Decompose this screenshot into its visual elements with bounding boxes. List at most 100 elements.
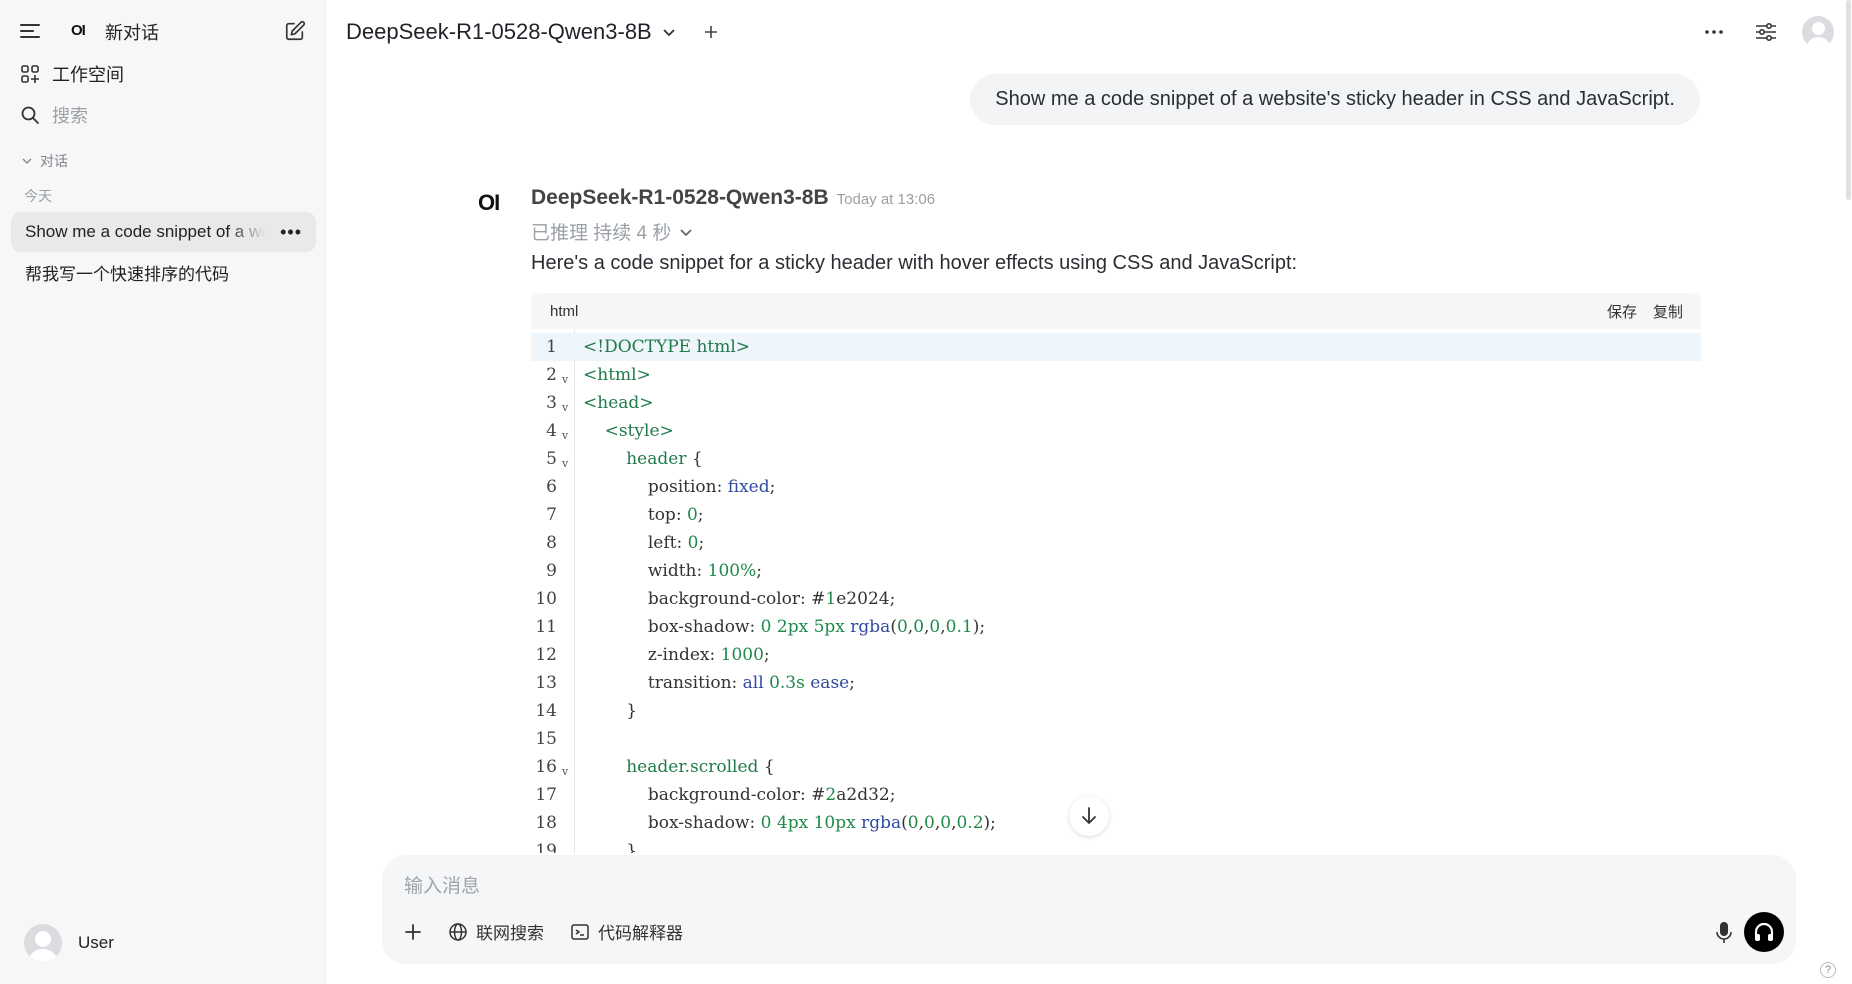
- scrollbar-thumb[interactable]: [1846, 0, 1851, 200]
- code-text: }: [583, 841, 638, 853]
- code-text: <html>: [583, 365, 651, 385]
- code-text: left: 0;: [647, 533, 705, 553]
- chat-item-active[interactable]: Show me a code snippet of a website's st…: [11, 212, 316, 252]
- help-button[interactable]: ?: [1820, 962, 1836, 978]
- chevron-down-icon: [22, 158, 32, 164]
- line-number: 18: [535, 813, 557, 833]
- microphone-button[interactable]: [1716, 921, 1732, 950]
- section-label: 对话: [40, 153, 68, 169]
- line-number: 14: [535, 701, 557, 721]
- code-line: 11 box-shadow: 0 2px 5px rgba(0,0,0,0.1)…: [531, 613, 1701, 641]
- model-selector[interactable]: DeepSeek-R1-0528-Qwen3-8B: [346, 19, 676, 45]
- assistant-intro-text: Here's a code snippet for a sticky heade…: [531, 252, 1298, 274]
- assistant-name: DeepSeek-R1-0528-Qwen3-8B: [531, 186, 829, 209]
- code-line: 1 <!DOCTYPE html>: [531, 333, 1701, 361]
- sidebar: OI 新对话 工作空间 搜索 对话 今天 Show me a code snip…: [0, 0, 326, 984]
- code-line: 2 v <html>: [531, 361, 1701, 389]
- voice-mode-button[interactable]: [1744, 912, 1784, 952]
- code-text: background-color: #1e2024;: [647, 589, 896, 609]
- line-number: 8: [546, 533, 557, 553]
- line-number: 5: [546, 449, 557, 469]
- user-message-bubble: Show me a code snippet of a website's st…: [970, 74, 1700, 125]
- code-editor[interactable]: 1 <!DOCTYPE html> 2 v <html> 3 v <head> 4 v <styl…: [531, 329, 1701, 853]
- message-input[interactable]: [404, 872, 1764, 902]
- fold-chevron-icon[interactable]: v: [562, 457, 568, 470]
- workspace-icon: [21, 65, 39, 83]
- code-interpreter-toggle[interactable]: 代码解释器: [570, 919, 683, 944]
- chat-item[interactable]: 帮我写一个快速排序的代码: [11, 252, 316, 292]
- code-text: top: 0;: [647, 505, 704, 525]
- edit-icon[interactable]: [284, 20, 306, 42]
- code-line: 8 left: 0;: [531, 529, 1701, 557]
- chat-item-title: Show me a code snippet of a website's st…: [25, 222, 265, 241]
- add-model-icon[interactable]: [704, 25, 718, 39]
- microphone-icon: [1716, 922, 1732, 943]
- line-number: 2: [546, 365, 557, 385]
- code-text: width: 100%;: [647, 561, 762, 581]
- more-options-button[interactable]: [1698, 16, 1730, 48]
- controls-button[interactable]: [1750, 16, 1782, 48]
- web-search-label: 联网搜索: [476, 924, 544, 943]
- line-number: 4: [546, 421, 557, 441]
- code-line: 15: [531, 725, 1701, 753]
- line-number: 17: [535, 785, 557, 805]
- code-line: 5v header {: [531, 445, 1701, 473]
- plus-icon: [405, 923, 421, 940]
- code-line: 12 z-index: 1000;: [531, 641, 1701, 669]
- sliders-icon: [1756, 22, 1776, 42]
- code-line: 14 }: [531, 697, 1701, 725]
- chat-options-button[interactable]: •••: [280, 222, 302, 243]
- code-line: 18 box-shadow: 0 4px 10px rgba(0,0,0,0.2…: [531, 809, 1701, 837]
- model-name: DeepSeek-R1-0528-Qwen3-8B: [346, 19, 652, 44]
- code-text: z-index: 1000;: [647, 645, 770, 665]
- section-chats-toggle[interactable]: 对话: [22, 151, 68, 171]
- copy-code-button[interactable]: 复制: [1653, 301, 1683, 322]
- chevron-down-icon: [680, 228, 693, 236]
- code-line: 19 }: [531, 837, 1701, 853]
- save-code-button[interactable]: 保存: [1607, 301, 1637, 322]
- code-text: header {: [626, 449, 703, 469]
- fold-chevron-icon[interactable]: v: [562, 401, 568, 414]
- avatar: [24, 924, 62, 962]
- new-chat-label[interactable]: 新对话: [105, 19, 159, 45]
- user-menu[interactable]: User: [24, 924, 114, 962]
- code-line: 10 background-color: #1e2024;: [531, 585, 1701, 613]
- line-number: 3: [546, 393, 557, 413]
- chat-item-title: 帮我写一个快速排序的代码: [25, 264, 229, 284]
- headphones-icon: [1754, 922, 1774, 941]
- line-number: 13: [535, 673, 557, 693]
- code-line: 13 transition: all 0.3s ease;: [531, 669, 1701, 697]
- code-text: transition: all 0.3s ease;: [647, 673, 855, 693]
- search-icon: [21, 106, 39, 124]
- line-number: 12: [535, 645, 557, 665]
- user-name: User: [78, 933, 114, 952]
- chevron-down-icon: [663, 29, 675, 37]
- code-lines: 1 <!DOCTYPE html> 2 v <html> 3 v <head> 4 v <styl…: [531, 333, 1701, 853]
- sidebar-top: OI 新对话: [0, 0, 326, 60]
- line-number: 15: [535, 729, 557, 749]
- fold-chevron-icon[interactable]: v: [562, 373, 568, 386]
- code-line: 7 top: 0;: [531, 501, 1701, 529]
- fold-chevron-icon[interactable]: v: [562, 765, 568, 778]
- fold-chevron-icon[interactable]: v: [562, 429, 568, 442]
- sidebar-search[interactable]: 搜索: [20, 100, 88, 130]
- profile-avatar[interactable]: [1802, 16, 1834, 48]
- line-number: 1: [546, 337, 557, 357]
- terminal-icon: [571, 923, 589, 940]
- code-text: header.scrolled {: [626, 757, 775, 777]
- workspace-label: 工作空间: [52, 65, 124, 85]
- page-scrollbar[interactable]: [1844, 0, 1852, 200]
- code-language: html: [550, 302, 579, 320]
- code-text: <style>: [583, 421, 674, 441]
- web-search-toggle[interactable]: 联网搜索: [448, 919, 544, 944]
- attach-button[interactable]: [404, 923, 422, 941]
- line-number: 7: [546, 505, 557, 525]
- menu-icon[interactable]: [20, 22, 40, 40]
- scroll-to-bottom-button[interactable]: [1069, 796, 1109, 836]
- code-header: html 保存 复制: [531, 293, 1701, 329]
- code-line: 17 background-color: #2a2d32;: [531, 781, 1701, 809]
- workspace-item[interactable]: 工作空间: [20, 59, 124, 89]
- code-line: 3 v <head>: [531, 389, 1701, 417]
- reasoning-label: 已推理 持续 4 秒: [531, 223, 672, 244]
- reasoning-toggle[interactable]: 已推理 持续 4 秒: [531, 218, 693, 245]
